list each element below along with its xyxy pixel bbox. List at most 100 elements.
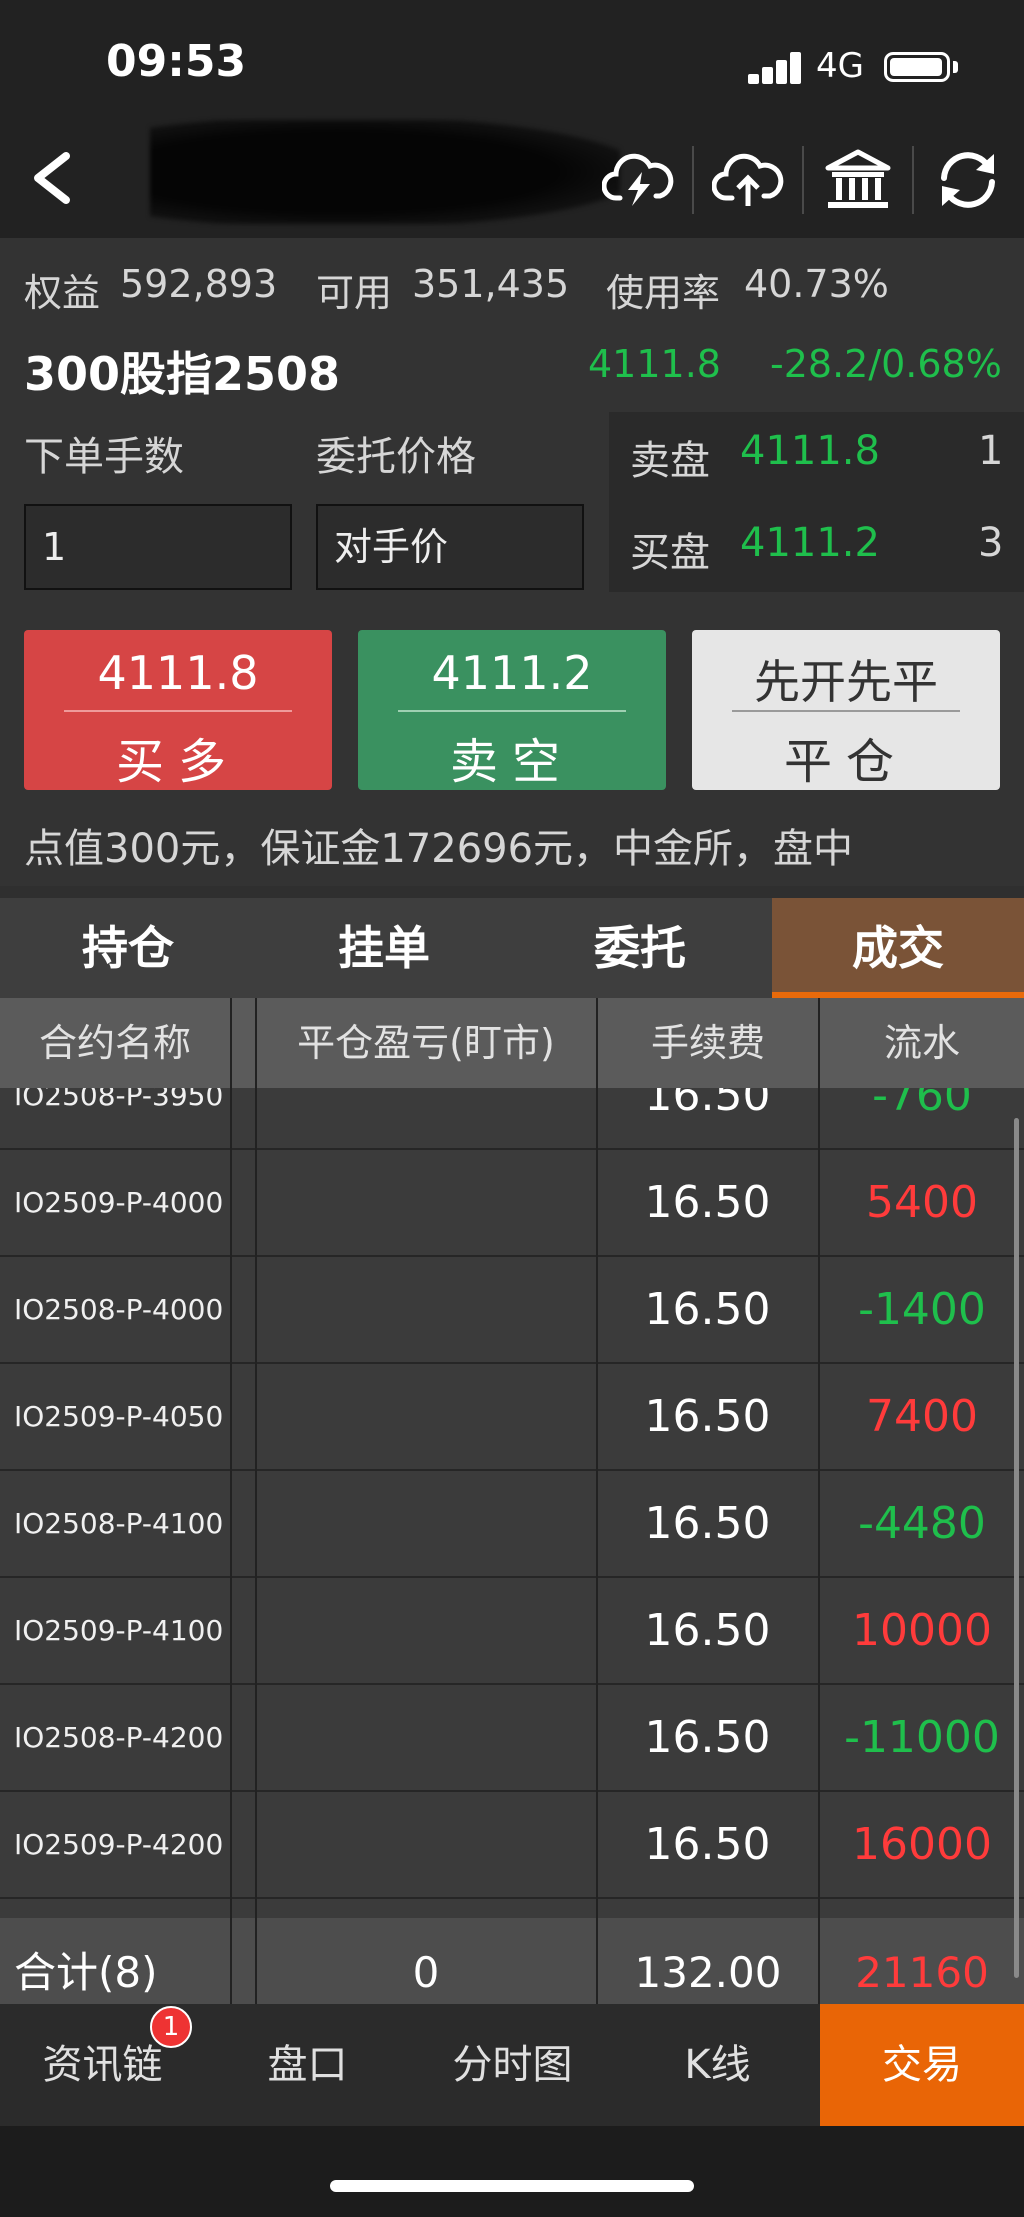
table-row[interactable]: IO2509-P-4100 16.50 10000 [0,1578,1024,1685]
sell-label: 卖空 [449,734,574,790]
tab-pending[interactable]: 挂单 [256,898,512,998]
sell-short-button[interactable]: 4111.2 卖空 [358,630,666,790]
table-row[interactable]: IO2508-P-3950 16.50 -760 [0,1088,1024,1150]
tab-trades[interactable]: 成交 [772,898,1024,998]
fee-cell: 16.50 [644,1712,771,1763]
bid-qty: 3 [978,520,1004,566]
table-scrollbar[interactable] [1014,1118,1019,1978]
table-row[interactable]: IO2508-P-4100 16.50 -4480 [0,1471,1024,1578]
battery-tip [953,61,958,73]
flow-cell: 5400 [866,1177,978,1228]
column-divider [596,998,598,2004]
fee-cell: 16.50 [644,1605,771,1656]
total-row: 合计(8) 0 132.00 21160 [0,1918,1024,2004]
bank-icon[interactable] [822,148,894,212]
tab-positions[interactable]: 持仓 [0,898,256,998]
fee-cell: 16.50 [644,1177,771,1228]
table-row[interactable]: IO2509-P-4000 16.50 5400 [0,1150,1024,1257]
price-type-select[interactable]: 对手价 [316,504,584,590]
table-row[interactable]: IO2509-P-4200 16.50 16000 [0,1792,1024,1899]
contract-name-cell: IO2508-P-4200 [14,1721,224,1754]
bid-label: 买盘 [630,530,710,576]
cloud-upload-icon[interactable] [712,148,784,212]
button-divider [732,710,960,712]
tab-bar: 持仓 挂单 委托 成交 [0,898,1024,998]
header-divider [802,146,804,214]
col-contract[interactable]: 合约名称 [0,998,230,1088]
cloud-lightning-icon[interactable] [602,148,674,212]
total-pnl: 0 [412,1948,440,1997]
fee-cell: 16.50 [644,1284,771,1335]
available-label: 可用 [316,271,393,315]
total-label: 合计(8) [14,1948,158,1997]
trades-table[interactable]: IO2508-P-3950 16.50 -760 IO2509-P-4000 1… [0,1088,1024,1918]
flow-cell: 7400 [866,1391,978,1442]
header-divider [692,146,694,214]
fee-cell: 16.50 [644,1498,771,1549]
column-divider [818,998,820,2004]
equity-label: 权益 [24,271,101,315]
nav-intraday-chart[interactable]: 分时图 [410,2004,615,2126]
flow-cell: -4480 [858,1498,986,1549]
contract-price: 4111.8 [588,342,721,386]
battery-icon [884,52,950,82]
contract-name-cell: IO2508-P-4000 [14,1293,224,1326]
col-flow[interactable]: 流水 [820,998,1024,1088]
col-fee[interactable]: 手续费 [596,998,820,1088]
buy-label: 买多 [115,734,240,790]
nav-trade[interactable]: 交易 [820,2004,1024,2126]
contract-name-cell: IO2509-P-4000 [14,1186,224,1219]
close-label: 平仓 [783,734,908,790]
table-row[interactable]: IO2508-P-4000 16.50 -1400 [0,1257,1024,1364]
back-arrow-icon[interactable] [28,150,76,206]
nav-order-book[interactable]: 盘口 [205,2004,410,2126]
redacted-title [150,120,620,224]
col-close-pnl[interactable]: 平仓盈亏(盯市) [256,998,596,1088]
fee-cell: 16.50 [644,1088,771,1121]
button-divider [64,710,292,712]
bid-price[interactable]: 4111.2 [740,520,880,566]
flow-cell: -760 [872,1088,972,1121]
tab-orders[interactable]: 委托 [512,898,768,998]
total-flow: 21160 [855,1948,989,1997]
nav-kline[interactable]: K线 [615,2004,820,2126]
table-header: 合约名称 平仓盈亏(盯市) 手续费 流水 [0,998,1024,1088]
ask-price[interactable]: 4111.8 [740,428,880,474]
network-type: 4G [816,46,864,86]
status-time: 09:53 [106,36,247,87]
contract-name-cell: IO2508-P-3950 [14,1088,224,1112]
flow-cell: 10000 [852,1605,992,1656]
usage-label: 使用率 [606,271,721,315]
fee-cell: 16.50 [644,1391,771,1442]
buy-price: 4111.8 [97,646,259,700]
contract-name-cell: IO2509-P-4050 [14,1400,224,1433]
table-row[interactable]: IO2508-P-4200 16.50 -11000 [0,1685,1024,1792]
usage-value: 40.73% [744,262,889,306]
column-divider [255,998,257,2004]
refresh-icon[interactable] [932,148,1004,212]
button-divider [398,710,626,712]
close-mode: 先开先平 [754,655,938,709]
column-divider [230,998,232,2004]
flow-cell: -1400 [858,1284,986,1335]
header-divider [912,146,914,214]
notification-badge: 1 [150,2006,192,2048]
close-position-button[interactable]: 先开先平 平仓 [692,630,1000,790]
flow-cell: 16000 [852,1819,992,1870]
contract-name-cell: IO2509-P-4200 [14,1828,224,1861]
contract-name[interactable]: 300股指2508 [24,338,340,404]
price-type-label: 委托价格 [316,434,476,480]
ask-qty: 1 [978,428,1004,474]
signal-icon [748,52,801,84]
home-indicator[interactable] [330,2180,694,2192]
sell-price: 4111.2 [431,646,593,700]
flow-cell: -11000 [844,1712,1000,1763]
contract-info: 点值300元，保证金172696元，中金所，盘中 [24,826,854,872]
qty-input[interactable]: 1 [24,504,292,590]
buy-long-button[interactable]: 4111.8 买多 [24,630,332,790]
home-indicator-area [0,2126,1024,2217]
available-value: 351,435 [412,262,570,306]
total-fee: 132.00 [634,1948,782,1997]
contract-name-cell: IO2508-P-4100 [14,1507,224,1540]
table-row[interactable]: IO2509-P-4050 16.50 7400 [0,1364,1024,1471]
